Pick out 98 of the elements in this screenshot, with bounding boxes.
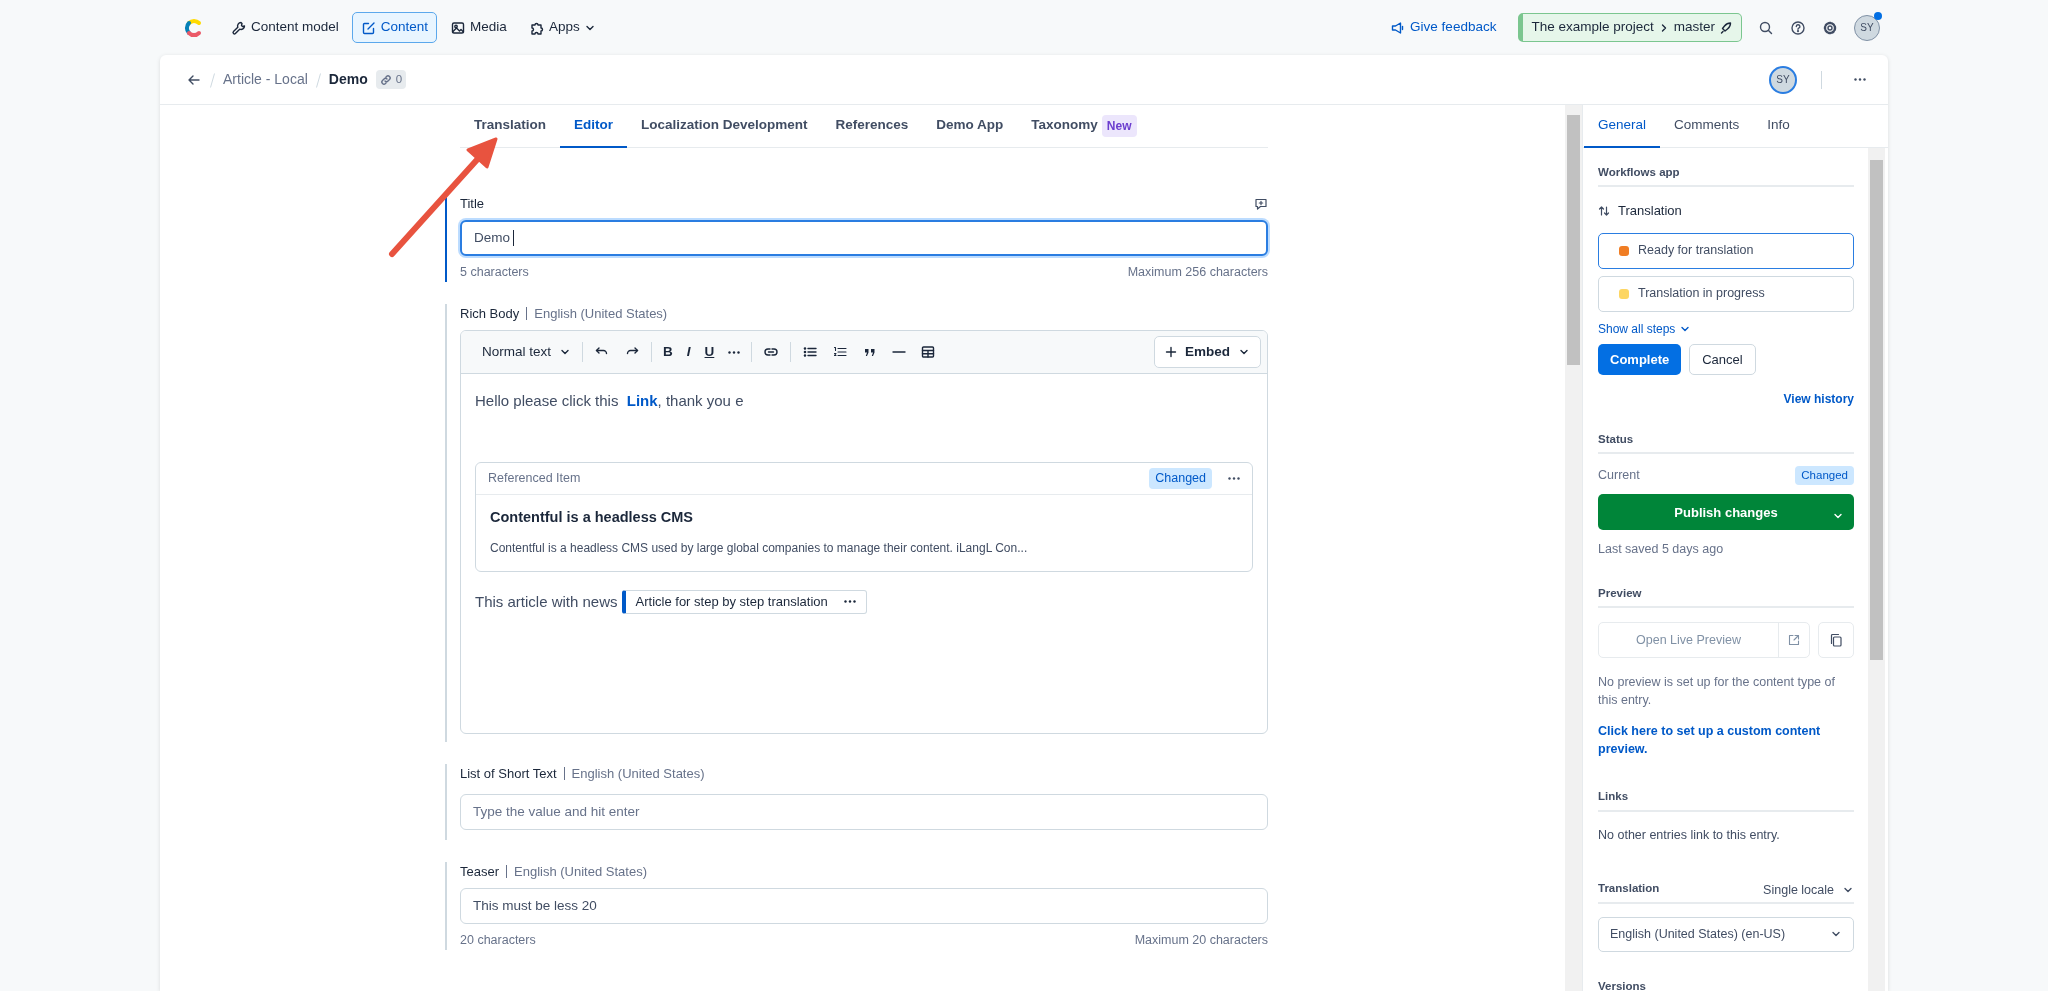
locale-select[interactable]: English (United States) (en-US) [1598,916,1854,952]
comment-icon [1254,197,1268,211]
sidebar-tab[interactable]: Comments [1660,105,1754,148]
bold-button[interactable]: B [656,345,680,359]
workflow-step[interactable]: Ready for translation [1598,232,1854,269]
field-label: Teaser [460,863,500,881]
wrench-icon [231,19,247,36]
complete-button[interactable]: Complete [1598,343,1682,376]
text-field[interactable]: Demo [460,220,1268,256]
settings-button[interactable] [1822,19,1838,36]
text-style-dropdown[interactable]: Normal text [475,345,579,359]
table-icon [920,343,937,360]
input-field[interactable]: Type the value and hit enter [460,793,1268,830]
character-count: 20 characters [460,931,536,949]
embed-dropdown[interactable]: Embed [1154,335,1261,368]
nav-item[interactable]: Content [351,12,438,43]
history-link[interactable]: View history [1783,392,1854,407]
preview-note: No preview is set up for the content type of this entry. [1598,674,1836,709]
card-description: Contentful is a headless CMS used by large global companies to manage their content. iLangL Con... [490,540,1029,557]
slash-icon [315,72,321,88]
status-label: Current [1598,467,1640,485]
feedback-link[interactable]: Give feedback [1384,16,1503,39]
section-heading: Preview [1598,585,1854,609]
editor-tab[interactable]: Translation [460,105,560,148]
links-note: No other entries link to this entry. [1598,826,1781,844]
copy-button[interactable] [1818,622,1854,659]
user-avatar[interactable]: SY [1769,65,1797,94]
editor-tab[interactable]: Demo App [922,105,1018,148]
entry-title: Demo [328,70,368,89]
notification-dot [1874,11,1882,20]
link-count-badge: 0 [375,69,407,90]
field-label: Rich Body [460,305,520,323]
more-icon [843,600,856,604]
italic-button[interactable]: I [679,345,698,359]
sidebar-tab[interactable]: Info [1753,105,1804,148]
character-count: 5 characters [460,264,529,281]
field-label: Title [460,195,485,214]
section-heading: Translation [1598,881,1660,897]
text-link[interactable]: Link [626,391,658,409]
show-steps-link[interactable]: Show all steps [1598,319,1692,338]
more-button[interactable] [1854,78,1866,81]
section-heading: Status [1598,430,1854,454]
editor-tab[interactable]: References [821,105,923,148]
text-field[interactable]: This must be less 20 [460,887,1268,924]
nav-item[interactable]: Media [441,12,516,43]
character-limit: Maximum 256 characters [1127,264,1268,281]
external-link-icon [1787,633,1801,648]
character-limit: Maximum 20 characters [1134,931,1268,949]
locale-label: English (United States) [563,767,705,781]
inline-entry[interactable]: Article for step by step translation [621,590,867,614]
swap-icon [1598,205,1610,217]
help-button[interactable] [1790,19,1806,36]
locale-mode-dropdown[interactable]: Single locale [1763,882,1854,898]
section-heading: Workflows app [1598,164,1854,188]
section-heading: Links [1598,788,1854,812]
more-icon [1228,477,1240,481]
workflow-step[interactable]: Translation in progress [1598,275,1854,312]
plus-icon [1165,345,1177,358]
scrollbar[interactable] [1868,148,1885,991]
nav-item[interactable]: Content model [222,12,348,43]
locale-label: English (United States) [506,865,647,879]
nav-item[interactable]: Apps [519,12,605,43]
image-icon [450,19,467,36]
publish-button[interactable]: Publish changes [1598,494,1854,531]
editor-tab[interactable]: Localization Development [627,105,822,148]
paragraph: This article with news [475,591,618,612]
card-label: Referenced Item [488,470,581,488]
section-heading: Versions [1598,977,1854,991]
more-icon [1854,78,1866,81]
help-icon [1790,19,1806,36]
comment-button[interactable] [1254,197,1268,211]
user-avatar[interactable]: SY [1854,14,1880,41]
copy-icon [1829,633,1843,648]
underline-button[interactable]: U [697,345,722,359]
environment-switcher[interactable]: The example project master [1518,13,1742,42]
editor-tab[interactable]: Editor [560,105,627,148]
more-icon [728,350,741,354]
scrollbar[interactable] [1565,105,1582,991]
paragraph: Hello please click this Link, thank you e [475,390,745,411]
status-badge: Changed [1149,468,1212,490]
sidebar-tab[interactable]: General [1584,105,1661,148]
slash-icon [210,72,215,88]
cancel-button[interactable]: Cancel [1689,343,1756,376]
settings-icon [1822,19,1838,36]
status-badge: Changed [1795,466,1854,486]
more-button[interactable] [1228,477,1240,481]
breadcrumb-link[interactable]: Article - Local [223,69,308,90]
horizontal-rule-icon [892,351,907,354]
new-badge: New [1101,114,1137,137]
editor-tab[interactable]: Taxonomy New [1017,105,1151,148]
search-button[interactable] [1758,19,1774,36]
workflow-name: Translation [1618,202,1682,221]
field-label: List of Short Text [460,765,557,783]
link-icon [379,73,392,86]
card-title: Contentful is a headless CMS [490,508,695,528]
last-saved-text: Last saved 5 days ago [1598,541,1725,559]
locale-label: English (United States) [526,307,668,321]
search-icon [1758,19,1774,36]
